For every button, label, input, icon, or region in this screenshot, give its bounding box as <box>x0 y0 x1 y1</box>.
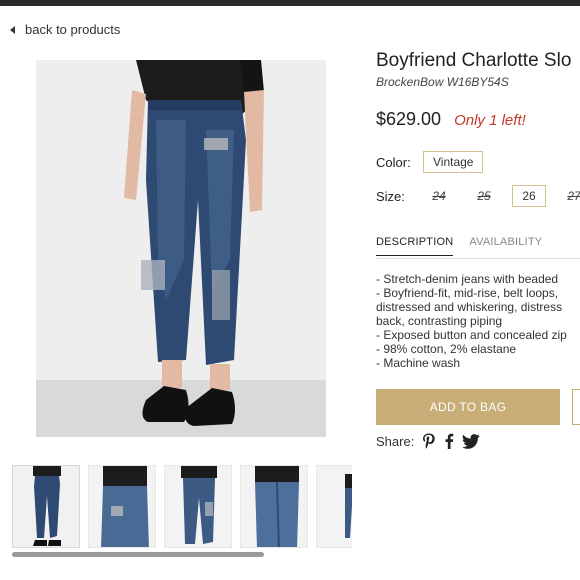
product-details: Boyfriend Charlotte Slo BrockenBow W16BY… <box>376 48 580 449</box>
size-row: Size: 24 25 26 27 <box>376 185 580 207</box>
size-option-27[interactable]: 27 <box>557 189 580 203</box>
main-product-image[interactable] <box>36 60 326 437</box>
description-line: - Boyfriend-fit, mid-rise, belt loops, <box>376 286 559 300</box>
tab-description[interactable]: DESCRIPTION <box>376 236 454 256</box>
color-label: Color: <box>376 154 411 170</box>
back-link-label: back to products <box>25 22 121 37</box>
description-line: distressed and whiskering, distress <box>376 300 563 314</box>
share-label: Share: <box>376 433 415 449</box>
thumbnail-3[interactable] <box>164 465 232 548</box>
facebook-icon[interactable] <box>444 433 454 449</box>
secondary-action-button[interactable] <box>572 389 580 425</box>
description-line: - 98% cotton, 2% elastane <box>376 342 517 356</box>
thumbnail-image-3 <box>165 466 231 547</box>
size-option-24[interactable]: 24 <box>422 189 456 203</box>
product-brand-sku: BrockenBow W16BY54S <box>376 75 509 89</box>
description-line: - Stretch-denim jeans with beaded <box>376 272 559 286</box>
description-line: - Exposed button and concealed zip <box>376 328 567 342</box>
thumbnail-image-5 <box>317 466 352 547</box>
description-line: back, contrasting piping <box>376 314 503 328</box>
thumbnail-2[interactable] <box>88 465 156 548</box>
description-line: - Machine wash <box>376 356 461 370</box>
pinterest-icon[interactable] <box>422 433 436 449</box>
size-label: Size: <box>376 188 405 204</box>
add-to-bag-button[interactable]: ADD TO BAG <box>376 389 560 425</box>
top-bar <box>0 0 580 6</box>
thumbnail-scrollbar[interactable] <box>12 552 264 557</box>
thumbnail-4[interactable] <box>240 465 308 548</box>
share-row: Share: <box>376 433 480 449</box>
info-tabs: DESCRIPTION AVAILABILITY <box>376 236 580 256</box>
color-option-vintage[interactable]: Vintage <box>423 151 484 173</box>
thumbnail-image-1 <box>13 466 79 547</box>
product-description: - Stretch-denim jeans with beaded - Boyf… <box>376 272 580 370</box>
thumbnail-1[interactable] <box>12 465 80 548</box>
thumbnail-image-4 <box>241 466 307 547</box>
thumbnail-image-2 <box>89 466 155 547</box>
color-row: Color: Vintage <box>376 151 484 173</box>
thumbnail-strip[interactable] <box>12 465 352 550</box>
thumbnail-5[interactable] <box>316 465 352 548</box>
tab-availability[interactable]: AVAILABILITY <box>469 236 542 256</box>
price-row: $629.00 Only 1 left! <box>376 109 580 130</box>
twitter-icon[interactable] <box>462 433 480 449</box>
back-arrow-icon <box>10 25 15 34</box>
product-title: Boyfriend Charlotte Slo <box>376 50 572 71</box>
back-to-products-link[interactable]: back to products <box>10 22 120 37</box>
stock-note: Only 1 left! <box>454 112 526 129</box>
size-option-25[interactable]: 25 <box>467 189 501 203</box>
tabs-divider <box>376 258 580 259</box>
jeans-photo <box>36 60 326 437</box>
size-option-26[interactable]: 26 <box>512 185 546 207</box>
product-price: $629.00 <box>376 109 442 129</box>
